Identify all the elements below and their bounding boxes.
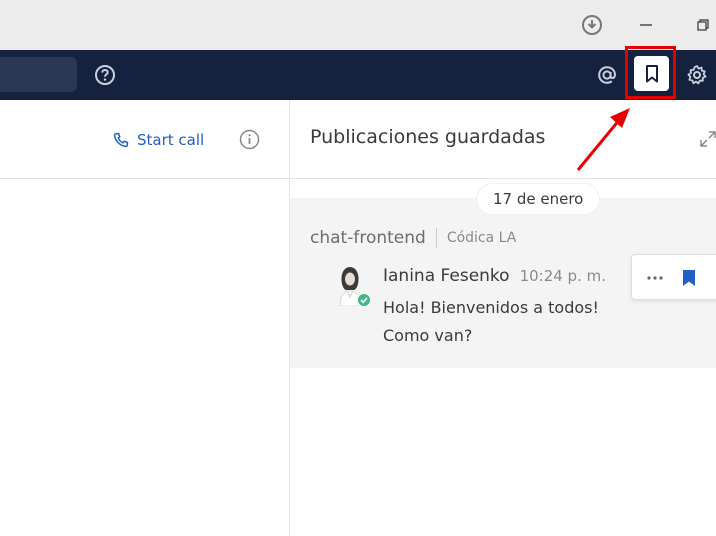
- post-author-line: Ianina Fesenko 10:24 p. m.: [383, 266, 606, 286]
- channel-header: Start call: [0, 100, 289, 179]
- start-call-label: Start call: [137, 131, 205, 149]
- post-timestamp[interactable]: 10:24 p. m.: [520, 267, 606, 285]
- start-call-button[interactable]: Start call: [113, 129, 204, 151]
- divider: [435, 228, 437, 248]
- settings-icon[interactable]: [685, 63, 709, 87]
- post-actions-menu: [631, 254, 716, 300]
- mentions-icon[interactable]: [595, 63, 619, 87]
- team-name: Códica LA: [446, 230, 517, 246]
- post-channel-line: chat-frontend Códica LA: [310, 228, 516, 248]
- channel-pane: Start call: [0, 100, 290, 536]
- saved-posts-header: Publicaciones guardadas: [290, 100, 716, 179]
- partial-icon[interactable]: [712, 271, 716, 285]
- author-name[interactable]: Ianina Fesenko: [383, 266, 510, 286]
- saved-posts-panel: Publicaciones guardadas 17 de enero chat…: [290, 100, 716, 536]
- help-icon[interactable]: [93, 63, 117, 87]
- date-separator: 17 de enero: [477, 184, 600, 214]
- highlight-box: [625, 46, 676, 99]
- expand-icon[interactable]: [698, 129, 716, 153]
- search-input[interactable]: [0, 57, 77, 92]
- online-status-icon: [356, 292, 372, 308]
- window-titlebar: [0, 0, 716, 50]
- saved-bookmark-icon[interactable]: [678, 266, 700, 290]
- download-icon[interactable]: [579, 12, 605, 38]
- info-icon[interactable]: [239, 129, 260, 150]
- more-actions-icon[interactable]: [644, 267, 666, 289]
- post-message: Hola! Bienvenidos a todos! Como van?: [383, 298, 599, 345]
- restore-icon[interactable]: [690, 12, 716, 38]
- phone-icon: [113, 132, 129, 148]
- channel-name-link[interactable]: chat-frontend: [310, 228, 426, 248]
- app-header: [0, 50, 716, 100]
- panel-title: Publicaciones guardadas: [310, 126, 546, 148]
- minimize-icon[interactable]: [633, 12, 659, 38]
